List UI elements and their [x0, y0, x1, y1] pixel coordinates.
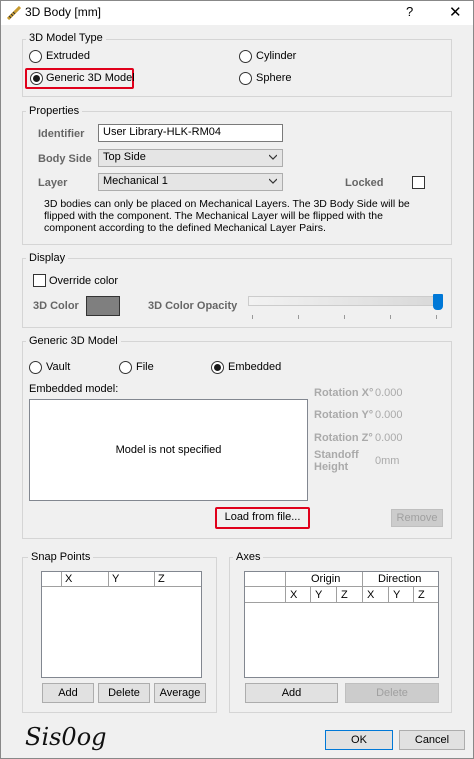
column-header-direction-x[interactable]: X [367, 589, 374, 601]
snap-add-button[interactable]: Add [42, 683, 94, 703]
identifier-label: Identifier [38, 128, 85, 140]
slider-track [248, 296, 443, 306]
axes-title: Axes [233, 551, 264, 563]
model-type-title: 3D Model Type [26, 32, 106, 44]
column-divider [108, 572, 109, 586]
header-divider [245, 586, 438, 587]
ok-button[interactable]: OK [325, 730, 393, 750]
chevron-down-icon [269, 154, 277, 160]
identifier-input[interactable]: User Library-HLK-RM04 [98, 124, 283, 142]
snap-points-title: Snap Points [28, 551, 94, 563]
radio-sphere[interactable] [239, 72, 252, 85]
rotation-x-value: 0.000 [375, 387, 403, 399]
column-divider [154, 572, 155, 586]
column-group-direction[interactable]: Direction [378, 573, 421, 585]
body-side-value: Top Side [103, 151, 146, 163]
override-color-label: Override color [49, 275, 119, 287]
slider-thumb[interactable] [433, 294, 443, 310]
generic-model-title: Generic 3D Model [26, 335, 121, 347]
help-button[interactable]: ? [406, 4, 413, 19]
watermark-logo: Sis0og [25, 723, 107, 751]
standoff-value: 0mm [375, 455, 400, 467]
color-swatch[interactable] [86, 296, 120, 316]
rotation-y-label: Rotation Y° [314, 409, 374, 421]
column-header-origin-z[interactable]: Z [341, 589, 348, 601]
title-bar[interactable]: 3D Body [mm] ? ✕ [1, 1, 473, 25]
axes-table[interactable]: Origin Direction X Y Z X Y Z [244, 571, 439, 678]
axes-add-button[interactable]: Add [245, 683, 338, 703]
column-header-origin-y[interactable]: Y [315, 589, 322, 601]
layer-label: Layer [38, 177, 68, 189]
cancel-button[interactable]: Cancel [399, 730, 465, 750]
slider-tick [298, 315, 299, 319]
rotation-x-label: Rotation X° [314, 387, 374, 399]
snap-average-button[interactable]: Average [154, 683, 206, 703]
label-generic-3d-model: Generic 3D Model [46, 72, 135, 84]
rotation-y-value: 0.000 [375, 409, 403, 421]
column-group-origin[interactable]: Origin [311, 573, 340, 585]
column-divider [388, 587, 389, 602]
column-divider [61, 572, 62, 586]
model-not-specified-text: Model is not specified [115, 444, 222, 456]
body-side-label: Body Side [38, 153, 92, 165]
slider-tick [436, 315, 437, 319]
header-divider [42, 586, 201, 587]
layer-value: Mechanical 1 [103, 175, 168, 187]
column-divider [362, 572, 363, 602]
locked-label: Locked [345, 177, 384, 189]
column-divider [413, 587, 414, 602]
embedded-model-preview: Model is not specified [29, 399, 308, 501]
locked-checkbox[interactable] [412, 176, 425, 189]
rotation-z-value: 0.000 [375, 432, 403, 444]
column-divider [310, 587, 311, 602]
column-header-y[interactable]: Y [112, 573, 119, 585]
label-embedded: Embedded [228, 361, 282, 373]
rotation-z-label: Rotation Z° [314, 432, 373, 444]
column-divider [336, 587, 337, 602]
radio-cylinder[interactable] [239, 50, 252, 63]
label-file: File [136, 361, 154, 373]
radio-vault[interactable] [29, 361, 42, 374]
axes-delete-button[interactable]: Delete [345, 683, 439, 703]
radio-generic-3d-model[interactable] [30, 72, 43, 85]
column-header-origin-x[interactable]: X [290, 589, 297, 601]
label-vault: Vault [46, 361, 71, 373]
slider-tick [390, 315, 391, 319]
standoff-label: Standoff Height [314, 449, 359, 473]
window-title: 3D Body [mm] [25, 5, 102, 19]
column-header-direction-z[interactable]: Z [418, 589, 425, 601]
slider-tick [344, 315, 345, 319]
properties-note: 3D bodies can only be placed on Mechanic… [44, 198, 410, 234]
label-sphere: Sphere [256, 72, 292, 84]
chevron-down-icon [269, 178, 277, 184]
radio-embedded[interactable] [211, 361, 224, 374]
label-extruded: Extruded [46, 50, 91, 62]
color-label: 3D Color [33, 300, 79, 312]
load-from-file-button[interactable]: Load from file... [219, 510, 306, 526]
ruler-pencil-icon [7, 6, 21, 20]
close-button[interactable]: ✕ [449, 3, 462, 21]
embedded-model-label: Embedded model: [29, 383, 119, 395]
opacity-label: 3D Color Opacity [148, 300, 238, 312]
opacity-slider[interactable] [248, 294, 443, 321]
body-side-select[interactable]: Top Side [98, 149, 283, 167]
label-cylinder: Cylinder [256, 50, 297, 62]
radio-file[interactable] [119, 361, 132, 374]
snap-delete-button[interactable]: Delete [98, 683, 150, 703]
override-color-checkbox[interactable] [33, 274, 46, 287]
properties-title: Properties [26, 105, 83, 117]
layer-select[interactable]: Mechanical 1 [98, 173, 283, 191]
header-divider [245, 602, 438, 603]
remove-button[interactable]: Remove [391, 509, 443, 527]
display-title: Display [26, 252, 69, 264]
radio-extruded[interactable] [29, 50, 42, 63]
column-header-direction-y[interactable]: Y [393, 589, 400, 601]
column-divider [285, 572, 286, 602]
column-header-z[interactable]: Z [158, 573, 165, 585]
snap-points-table[interactable]: X Y Z [41, 571, 202, 678]
column-header-x[interactable]: X [65, 573, 72, 585]
dialog-window: 3D Body [mm] ? ✕ 3D Model Type Extruded … [0, 0, 474, 759]
slider-tick [252, 315, 253, 319]
